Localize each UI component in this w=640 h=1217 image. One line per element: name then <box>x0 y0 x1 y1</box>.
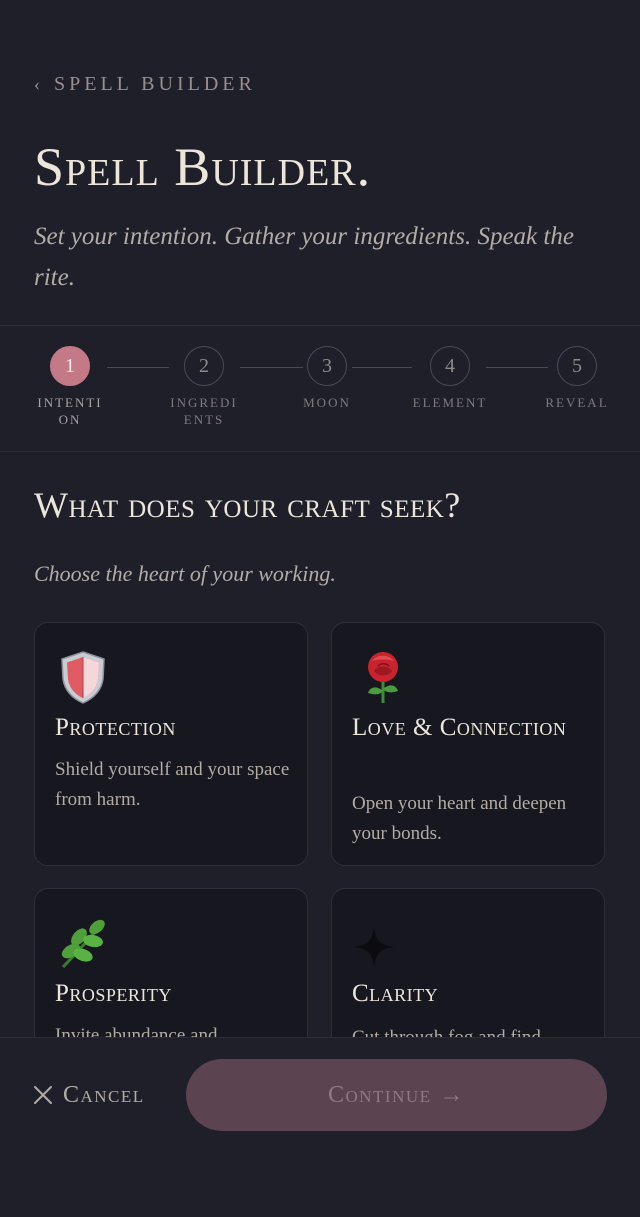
stepper: 1 INTENTI ON 2 INGREDI ENTS 3 MOON 4 ELE… <box>0 325 640 452</box>
card-title: Prosperity <box>55 980 172 1007</box>
card-clarity[interactable]: Clarity Cut through fog and find <box>331 888 605 1037</box>
section-subheading: Choose the heart of your working. <box>34 561 336 586</box>
shield-icon <box>61 651 105 704</box>
card-protection[interactable]: Protection Shield yourself and your spac… <box>34 622 308 866</box>
step-label: ELEMENT <box>412 395 488 410</box>
close-icon <box>34 1086 52 1104</box>
arrow-right-icon: → <box>439 1081 466 1108</box>
card-title: Love & Connection <box>352 714 567 741</box>
step-label: MOON <box>303 395 351 410</box>
step-label: REVEAL <box>545 395 609 410</box>
cancel-label: Cancel <box>63 1081 145 1108</box>
rose-icon <box>368 652 398 703</box>
page-title: Spell Builder. <box>34 137 372 197</box>
chevron-left-icon: ‹ <box>34 73 40 94</box>
step-intention[interactable]: 1 INTENTI ON <box>25 346 115 428</box>
step-reveal[interactable]: 5 REVEAL <box>532 346 622 411</box>
continue-label: Continue <box>327 1081 432 1108</box>
step-element[interactable]: 4 ELEMENT <box>405 346 495 411</box>
card-description: Cut through fog and find <box>352 1023 588 1037</box>
sparkle-icon <box>354 927 394 967</box>
card-prosperity[interactable]: Prosperity Invite abundance and <box>34 888 308 1037</box>
step-number: 1 <box>50 346 90 386</box>
back-link[interactable]: ‹ SPELL BUILDER <box>34 70 256 98</box>
step-label: INTENTI ON <box>37 395 103 427</box>
step-number: 3 <box>307 346 347 386</box>
footer-bar: Cancel Continue → <box>0 1037 640 1217</box>
step-number: 4 <box>430 346 470 386</box>
continue-button[interactable]: Continue → <box>186 1059 607 1131</box>
card-description: Invite abundance and <box>55 1025 218 1037</box>
card-description: Open your heart and deepen your bonds. <box>352 793 567 844</box>
card-description: Shield yourself and your space from harm… <box>55 759 290 810</box>
card-title: Protection <box>55 714 176 741</box>
step-ingredients[interactable]: 2 INGREDI ENTS <box>159 346 249 428</box>
back-link-label: SPELL BUILDER <box>54 72 256 95</box>
intention-card-grid[interactable]: Protection Shield yourself and your spac… <box>0 620 640 1037</box>
cancel-button[interactable]: Cancel <box>33 1076 145 1114</box>
step-number: 2 <box>184 346 224 386</box>
page-subtitle: Set your intention. Gather your ingredie… <box>34 223 574 291</box>
step-moon[interactable]: 3 MOON <box>282 346 372 411</box>
step-label: INGREDI ENTS <box>170 395 238 427</box>
herb-icon <box>61 919 105 969</box>
step-number: 5 <box>557 346 597 386</box>
section-heading: What does your craft seek? <box>34 485 461 525</box>
card-love-connection[interactable]: Love & Connection Open your heart and de… <box>331 622 605 866</box>
card-title: Clarity <box>352 980 439 1007</box>
